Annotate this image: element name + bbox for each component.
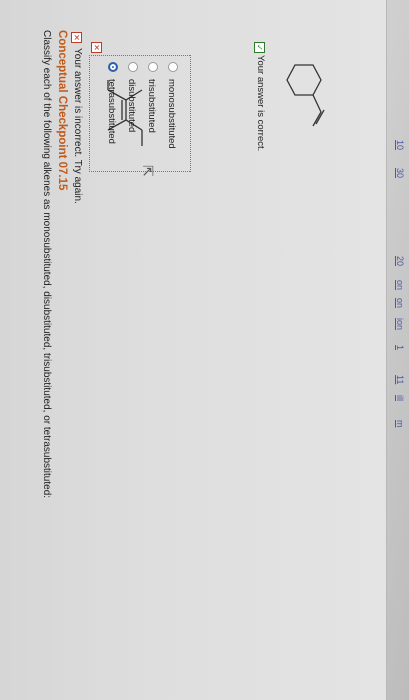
sidebar-item[interactable]: ion bbox=[395, 318, 405, 330]
sidebar-item[interactable]: 20 bbox=[395, 256, 405, 266]
left-sidebar: 10 30 20 on on ion 1 11 ill m bbox=[389, 0, 409, 700]
radio-button[interactable] bbox=[148, 62, 158, 72]
x-icon: ✕ bbox=[71, 32, 82, 43]
answer-options: tetrasubstituted disubstituted trisubsti… bbox=[89, 55, 191, 172]
radio-button[interactable] bbox=[108, 62, 118, 72]
molecule-structure bbox=[286, 64, 325, 127]
sidebar-item[interactable]: on bbox=[395, 298, 405, 308]
sidebar-item[interactable]: m bbox=[395, 420, 405, 428]
pointer-icon: ⇱ bbox=[140, 165, 156, 177]
option-disubstituted[interactable]: disubstituted bbox=[126, 62, 138, 132]
correct-feedback: Your answer is correct. bbox=[255, 55, 266, 152]
x-icon: ✕ bbox=[91, 42, 102, 53]
radio-button[interactable] bbox=[168, 62, 178, 72]
sidebar-item[interactable]: ill bbox=[395, 395, 405, 401]
sidebar-item[interactable]: 30 bbox=[395, 168, 405, 178]
page-title: Conceptual Checkpoint 07.15 bbox=[56, 30, 68, 191]
instructions-text: Classify each of the following alkenes a… bbox=[41, 30, 52, 499]
incorrect-feedback: Your answer is incorrect. Try again. bbox=[72, 48, 83, 204]
option-monosubstituted[interactable]: monosubstituted bbox=[166, 62, 178, 149]
check-icon: ✓ bbox=[254, 42, 265, 53]
sidebar-item[interactable]: 11 bbox=[395, 375, 405, 384]
sidebar-item[interactable]: 10 bbox=[395, 140, 405, 150]
question-area: Conceptual Checkpoint 07.15 Classify eac… bbox=[0, 0, 387, 700]
sidebar-item[interactable]: 1 bbox=[395, 345, 405, 350]
sidebar-item[interactable]: on bbox=[395, 280, 405, 290]
radio-button[interactable] bbox=[128, 62, 138, 72]
assignment-page: 10 30 20 on on ion 1 11 ill m Conceptual… bbox=[0, 0, 409, 700]
option-trisubstituted[interactable]: trisubstituted bbox=[146, 62, 158, 133]
option-tetrasubstituted[interactable]: tetrasubstituted bbox=[106, 62, 118, 144]
